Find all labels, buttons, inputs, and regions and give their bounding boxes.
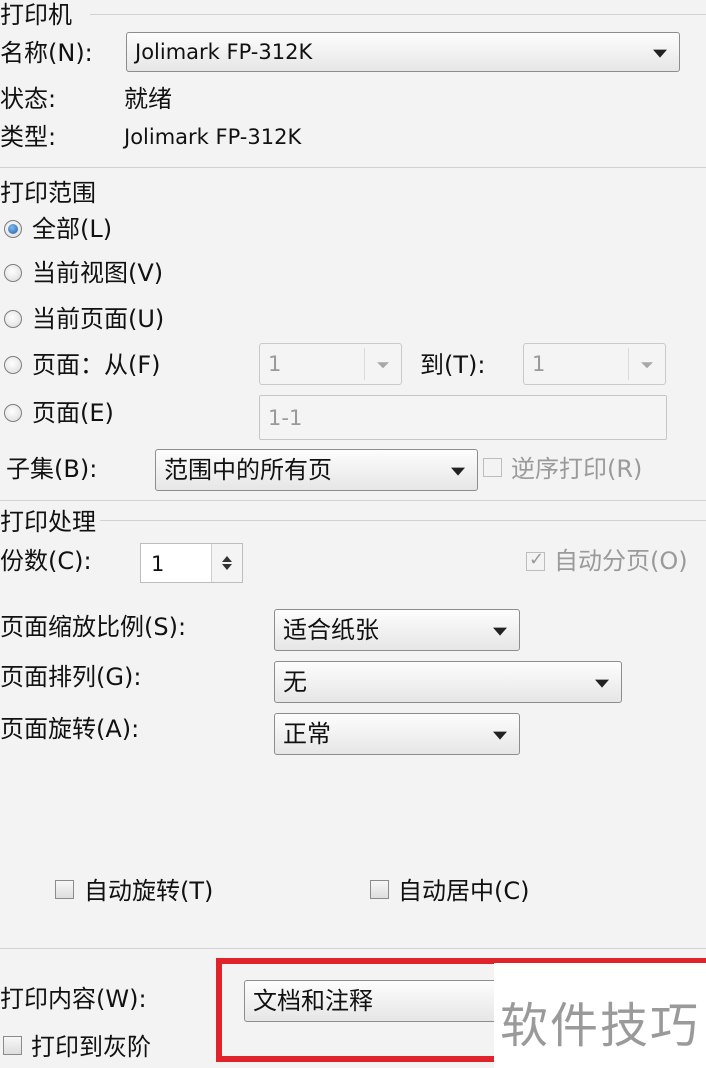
copies-value: 1	[151, 552, 165, 576]
arrange-dropdown[interactable]: 无	[274, 661, 622, 703]
printer-status-label: 状态:	[0, 85, 57, 113]
printer-name-dropdown[interactable]: Jolimark FP-312K	[126, 32, 680, 72]
range-all-radio[interactable]	[4, 220, 22, 238]
range-to-label: 到(T):	[420, 351, 486, 379]
check-icon: ✓	[529, 549, 545, 570]
copies-label: 份数(C):	[0, 547, 92, 575]
grayscale-checkbox[interactable]	[3, 1036, 22, 1055]
arrange-label: 页面排列(G):	[0, 663, 142, 691]
rotate-value: 正常	[283, 720, 331, 748]
range-pages-radio[interactable]	[4, 404, 22, 422]
printer-type-label: 类型:	[0, 123, 57, 151]
rotate-dropdown[interactable]: 正常	[274, 713, 520, 755]
auto-rotate-label[interactable]: 自动旋转(T)	[84, 876, 213, 906]
print-content-label: 打印内容(W):	[0, 985, 147, 1013]
printer-group-title: 打印机	[0, 1, 72, 29]
chevron-down-icon	[595, 679, 609, 688]
range-to-value: 1	[532, 352, 546, 376]
combobox-separator	[364, 348, 365, 380]
printer-type-value: Jolimark FP-312K	[124, 125, 302, 149]
grayscale-label[interactable]: 打印到灰阶	[31, 1032, 151, 1062]
collate-checkbox[interactable]: ✓	[526, 549, 545, 571]
copies-stepper-buttons[interactable]	[211, 544, 242, 582]
handling-group-divider	[0, 500, 706, 501]
handling-group-divider-2	[100, 520, 706, 521]
range-group-divider	[0, 167, 706, 168]
chevron-up-icon[interactable]	[222, 556, 232, 562]
range-from-value: 1	[268, 352, 282, 376]
scale-value: 适合纸张	[283, 616, 379, 644]
subset-value: 范围中的所有页	[164, 456, 332, 484]
handling-group-title: 打印处理	[0, 508, 96, 536]
range-group-title: 打印范围	[0, 179, 96, 207]
rotate-label: 页面旋转(A):	[0, 715, 140, 743]
chevron-down-icon	[493, 731, 507, 740]
range-pages-from-radio[interactable]	[4, 356, 22, 374]
chevron-down-icon	[653, 49, 667, 58]
arrange-value: 无	[283, 668, 307, 696]
chevron-down-icon	[641, 362, 653, 369]
range-pages-from-label[interactable]: 页面：从(F)	[32, 350, 161, 380]
range-current-view-label[interactable]: 当前视图(V)	[32, 258, 163, 288]
range-to-combobox[interactable]: 1	[523, 343, 666, 385]
combobox-separator	[628, 348, 629, 380]
print-content-value: 文档和注释	[253, 987, 373, 1015]
subset-dropdown[interactable]: 范围中的所有页	[155, 449, 478, 491]
watermark-text: 软件技巧	[500, 998, 701, 1054]
chevron-down-icon	[493, 627, 507, 636]
copies-stepper[interactable]: 1	[140, 543, 243, 583]
chevron-down-icon[interactable]	[222, 564, 232, 570]
auto-center-checkbox[interactable]	[370, 880, 389, 899]
chevron-down-icon	[377, 362, 389, 369]
auto-rotate-checkbox[interactable]	[55, 880, 74, 899]
range-current-page-label[interactable]: 当前页面(U)	[32, 304, 164, 334]
range-from-combobox[interactable]: 1	[259, 343, 402, 385]
content-group-divider	[0, 948, 706, 949]
subset-label: 子集(B):	[6, 455, 98, 483]
reverse-print-label[interactable]: 逆序打印(R)	[511, 454, 642, 484]
printer-name-value: Jolimark FP-312K	[135, 40, 313, 64]
scale-dropdown[interactable]: 适合纸张	[274, 609, 520, 651]
printer-group-divider	[90, 14, 706, 15]
range-current-view-radio[interactable]	[4, 264, 22, 282]
collate-label[interactable]: 自动分页(O)	[554, 546, 688, 576]
scale-label: 页面缩放比例(S):	[0, 613, 187, 641]
range-all-label[interactable]: 全部(L)	[32, 214, 112, 244]
range-pages-label[interactable]: 页面(E)	[32, 398, 114, 428]
auto-center-label[interactable]: 自动居中(C)	[398, 876, 529, 906]
reverse-print-checkbox[interactable]	[483, 458, 502, 477]
printer-name-label: 名称(N):	[0, 39, 93, 67]
range-current-page-radio[interactable]	[4, 310, 22, 328]
range-pages-input[interactable]: 1-1	[259, 395, 667, 440]
range-pages-value: 1-1	[268, 406, 303, 430]
printer-status-value: 就绪	[124, 85, 172, 113]
chevron-down-icon	[451, 467, 465, 476]
